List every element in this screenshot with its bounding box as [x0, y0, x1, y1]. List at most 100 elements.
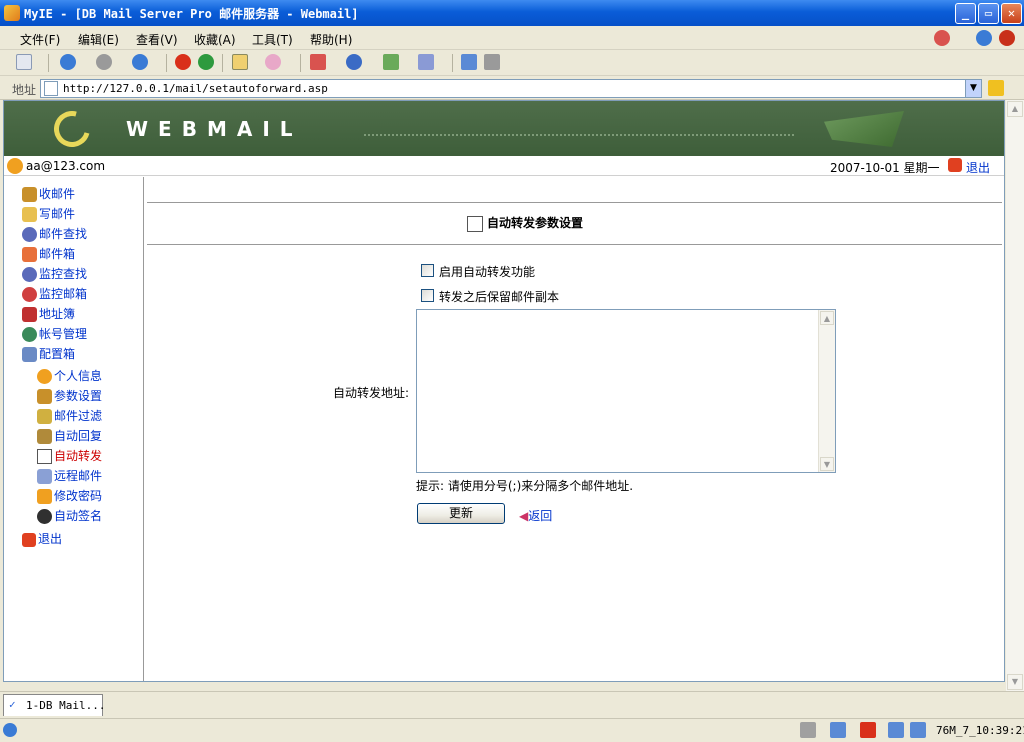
nav-logout[interactable]: 退出	[22, 530, 62, 548]
tools-icon[interactable]	[383, 54, 399, 70]
nav-account[interactable]: 帐号管理	[22, 325, 87, 343]
envelope-icon	[824, 111, 904, 147]
people-search-icon	[22, 227, 37, 242]
menu-favorites[interactable]: 收藏(A)	[194, 31, 236, 48]
signature-icon	[37, 509, 52, 524]
logout-icon[interactable]	[948, 158, 962, 172]
favorites-icon[interactable]	[232, 54, 248, 70]
window-title: MyIE - [DB Mail Server Pro 邮件服务器 - Webma…	[24, 7, 359, 21]
page-icon	[44, 81, 58, 96]
enable-autoforward-label: 启用自动转发功能	[439, 265, 536, 279]
status-close-icon[interactable]	[860, 722, 876, 738]
user-email: aa@123.com	[26, 159, 106, 173]
status-tile-icon[interactable]	[910, 722, 926, 738]
account-icon	[22, 327, 37, 342]
nav-filter[interactable]: 邮件过滤	[37, 407, 102, 425]
current-date: 2007-10-01 星期一	[830, 161, 940, 175]
autoreply-icon	[37, 429, 52, 444]
toolbar	[0, 50, 1024, 76]
wrench-icon	[37, 389, 52, 404]
update-button[interactable]: 更新	[417, 503, 505, 524]
nav-change-password[interactable]: 修改密码	[37, 487, 102, 505]
webmail-logo-icon	[47, 104, 97, 154]
menu-tools[interactable]: 工具(T)	[252, 31, 293, 48]
maximize-button[interactable]: ▭	[978, 3, 999, 24]
refresh-icon[interactable]	[198, 54, 214, 70]
filter-icon	[37, 409, 52, 424]
close-all-icon[interactable]	[999, 30, 1015, 46]
close-button[interactable]: ✕	[1001, 3, 1022, 24]
nav-monitor-mailbox[interactable]: 监控邮箱	[22, 285, 87, 303]
forward-address-textarea[interactable]: ▲ ▼	[416, 309, 836, 473]
go-icon[interactable]	[988, 80, 1004, 96]
plugin-icon[interactable]	[265, 54, 281, 70]
back-arrow-icon: ◀	[519, 509, 529, 523]
nav-signature[interactable]: 自动签名	[37, 507, 102, 525]
status-tool-icon[interactable]	[800, 722, 816, 738]
nav-params[interactable]: 参数设置	[37, 387, 102, 405]
menu-bar: 文件(F) 编辑(E) 查看(V) 收藏(A) 工具(T) 帮助(H)	[0, 26, 1024, 50]
forward-address-label: 自动转发地址:	[333, 386, 410, 400]
logout-link-top[interactable]: 退出	[966, 159, 990, 176]
nav-inbox[interactable]: 收邮件	[22, 185, 75, 203]
keep-copy-checkbox[interactable]	[421, 289, 434, 302]
window-icon[interactable]	[418, 54, 434, 70]
book-icon	[22, 307, 37, 322]
stop-icon[interactable]	[175, 54, 191, 70]
back-icon[interactable]	[60, 54, 76, 70]
forward-mail-icon	[37, 449, 52, 464]
myie-special-icon[interactable]	[934, 30, 950, 46]
address-bar: 地址 http://127.0.0.1/mail/setautoforward.…	[0, 76, 1024, 100]
enable-autoforward-checkbox[interactable]	[421, 264, 434, 277]
inbox-icon	[22, 187, 37, 202]
tab-webmail[interactable]: ✓ 1-DB Mail...	[3, 694, 105, 716]
keep-copy-label: 转发之后保留邮件副本	[439, 290, 560, 304]
nav-mailbox[interactable]: 邮件箱	[22, 245, 75, 263]
nav-monitor-search[interactable]: 监控查找	[22, 265, 87, 283]
status-text: 76M_7_10:39:21	[936, 724, 1024, 737]
user-bar: aa@123.com 2007-10-01 星期一 退出	[4, 156, 1004, 176]
textarea-scrollbar[interactable]: ▲ ▼	[818, 310, 835, 472]
main-panel: 自动转发参数设置 启用自动转发功能 转发之后保留邮件副本 自动转发地址: ▲ ▼…	[145, 177, 1004, 681]
home-icon[interactable]	[132, 54, 148, 70]
layout-icon[interactable]	[461, 54, 477, 70]
forward-icon[interactable]	[96, 54, 112, 70]
minimize-button[interactable]: _	[955, 3, 976, 24]
status-bar: 76M_7_10:39:21	[0, 718, 1024, 742]
monitor-search-icon	[22, 267, 37, 282]
address-input[interactable]: http://127.0.0.1/mail/setautoforward.asp…	[40, 79, 982, 98]
checkmark-icon: ✓	[9, 698, 16, 711]
monitor-mailbox-icon	[22, 287, 37, 302]
status-cascade-icon[interactable]	[888, 722, 904, 738]
nav-autoforward[interactable]: 自动转发	[37, 447, 102, 465]
back-link[interactable]: ◀返回	[519, 507, 552, 524]
nav-personal-info[interactable]: 个人信息	[37, 367, 102, 385]
nav-autoreply[interactable]: 自动回复	[37, 427, 102, 445]
ie-globe-icon[interactable]	[976, 30, 992, 46]
address-label: 地址	[12, 83, 37, 97]
menu-help[interactable]: 帮助(H)	[310, 31, 352, 48]
logout-icon	[22, 532, 36, 547]
mail-icon[interactable]	[310, 54, 326, 70]
page-scrollbar[interactable]: ▲ ▼	[1006, 100, 1024, 691]
nav-mail-search[interactable]: 邮件查找	[22, 225, 87, 243]
status-window-icon[interactable]	[830, 722, 846, 738]
menu-view[interactable]: 查看(V)	[136, 31, 178, 48]
menu-file[interactable]: 文件(F)	[20, 31, 60, 48]
person-icon	[37, 369, 52, 384]
new-page-icon[interactable]	[16, 54, 32, 70]
remote-mail-icon	[37, 469, 52, 484]
myie-app-icon	[4, 5, 20, 21]
nav-compose[interactable]: 写邮件	[22, 205, 75, 223]
address-dropdown-icon[interactable]: ▼	[965, 80, 981, 97]
webmail-page: WEBMAIL aa@123.com 2007-10-01 星期一 退出 收邮件…	[3, 100, 1005, 682]
nav-addressbook[interactable]: 地址簿	[22, 305, 75, 323]
address-url[interactable]: http://127.0.0.1/mail/setautoforward.asp	[63, 82, 328, 95]
nav-config[interactable]: 配置箱	[22, 345, 75, 363]
settings-icon[interactable]	[484, 54, 500, 70]
search-icon[interactable]	[346, 54, 362, 70]
nav-remote-mail[interactable]: 远程邮件	[37, 467, 102, 485]
hint-text: 提示: 请使用分号(;)来分隔多个邮件地址.	[416, 479, 634, 493]
menu-edit[interactable]: 编辑(E)	[78, 31, 119, 48]
forward-settings-icon	[467, 215, 483, 232]
